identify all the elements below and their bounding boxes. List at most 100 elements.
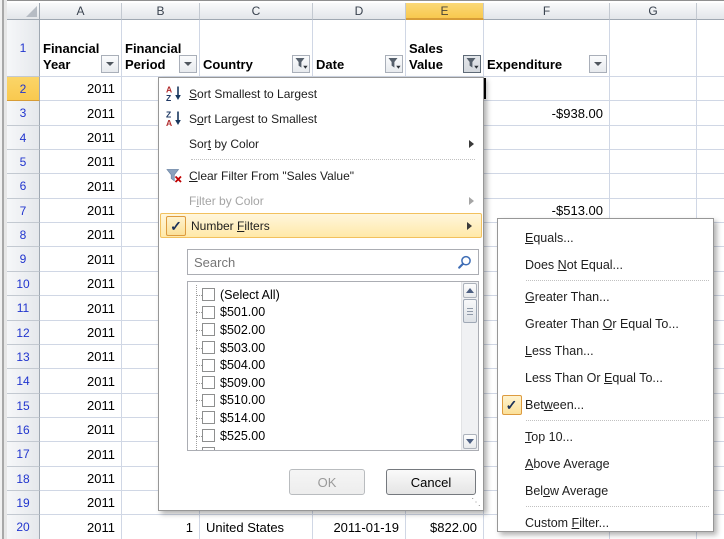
cell-G5[interactable] [610, 150, 697, 174]
row-header-14[interactable]: 14 [7, 369, 40, 394]
row-header-16[interactable]: 16 [7, 418, 40, 442]
row-header-12[interactable]: 12 [7, 321, 40, 345]
checkbox-unchecked-icon[interactable] [202, 306, 215, 319]
cell-A7[interactable]: 2011 [40, 199, 122, 223]
submenu-item-equals[interactable]: Equals... [498, 224, 713, 251]
cell-H2[interactable] [697, 77, 724, 101]
menu-item-sort-smallest-to-largest[interactable]: AZSort Smallest to Largest [159, 81, 483, 106]
cell-F4[interactable] [484, 126, 610, 150]
header-cell-C[interactable]: Country [200, 20, 313, 77]
dropdown-button-B[interactable] [179, 55, 197, 73]
cell-F2[interactable] [484, 77, 610, 101]
filter-value-504-00[interactable]: $504.00 [188, 356, 461, 374]
submenu-item-custom-filter[interactable]: Custom Filter... [498, 509, 713, 536]
cell-A13[interactable]: 2011 [40, 345, 122, 369]
row-header-13[interactable]: 13 [7, 345, 40, 369]
cell-A8[interactable]: 2011 [40, 223, 122, 247]
filter-value-525-00[interactable]: $525.00 [188, 427, 461, 445]
column-header-G[interactable]: G [610, 3, 697, 20]
scroll-down-button[interactable] [463, 434, 477, 449]
cell-G6[interactable] [610, 174, 697, 199]
header-cell-E[interactable]: Sales Value [406, 20, 484, 77]
header-cell-F[interactable]: Expenditure [484, 20, 610, 77]
checkbox-unchecked-icon[interactable] [202, 447, 215, 451]
filter-value-510-00[interactable]: $510.00 [188, 392, 461, 410]
filter-value-501-00[interactable]: $501.00 [188, 304, 461, 322]
row-header-3[interactable]: 3 [7, 101, 40, 126]
row-header-2[interactable]: 2 [7, 77, 40, 101]
column-header-F[interactable]: F [484, 3, 610, 20]
menu-item-clear-filter-from-sales-value[interactable]: Clear Filter From "Sales Value" [159, 163, 483, 188]
cancel-button[interactable]: Cancel [386, 469, 476, 495]
checkbox-unchecked-icon[interactable] [202, 341, 215, 354]
submenu-item-between[interactable]: ✓Between... [498, 391, 713, 418]
header-cell-G[interactable] [610, 20, 697, 77]
column-header-C[interactable]: C [200, 3, 313, 20]
cell-H4[interactable] [697, 126, 724, 150]
row-header-5[interactable]: 5 [7, 150, 40, 174]
row-header-18[interactable]: 18 [7, 467, 40, 491]
cell-E20[interactable]: $822.00 [406, 515, 484, 539]
cell-A17[interactable]: 2011 [40, 442, 122, 467]
row-header-4[interactable]: 4 [7, 126, 40, 150]
cell-A3[interactable]: 2011 [40, 101, 122, 126]
magnifier-icon[interactable] [457, 255, 472, 275]
filter-value-502-00[interactable]: $502.00 [188, 321, 461, 339]
scroll-thumb[interactable] [463, 299, 477, 323]
row-header-20[interactable]: 20 [7, 515, 40, 539]
column-header-A[interactable]: A [40, 3, 122, 20]
cell-A16[interactable]: 2011 [40, 418, 122, 442]
submenu-item-greater-than-or-equal-to[interactable]: Greater Than Or Equal To... [498, 310, 713, 337]
row-header-10[interactable]: 10 [7, 272, 40, 296]
cell-A11[interactable]: 2011 [40, 296, 122, 321]
cell-G3[interactable] [610, 101, 697, 126]
checkbox-unchecked-icon[interactable] [202, 394, 215, 407]
row-header-15[interactable]: 15 [7, 394, 40, 418]
filter-value-partial[interactable] [188, 444, 461, 451]
scroll-up-button[interactable] [463, 283, 477, 298]
submenu-item-less-than[interactable]: Less Than... [498, 337, 713, 364]
scrollbar[interactable] [461, 282, 478, 450]
header-cell-D[interactable]: Date [313, 20, 406, 77]
ok-button[interactable]: OK [289, 469, 365, 495]
submenu-item-top-10[interactable]: Top 10... [498, 423, 713, 450]
cell-G2[interactable] [610, 77, 697, 101]
header-cell-B[interactable]: Financial Period [122, 20, 200, 77]
header-cell-partial[interactable] [697, 20, 724, 77]
dropdown-button-A[interactable] [101, 55, 119, 73]
cell-A15[interactable]: 2011 [40, 394, 122, 418]
menu-item-sort-by-color[interactable]: Sort by Color [159, 131, 483, 156]
cell-H5[interactable] [697, 150, 724, 174]
row-header-11[interactable]: 11 [7, 296, 40, 321]
filter-button-C[interactable] [292, 55, 310, 73]
checkbox-unchecked-icon[interactable] [202, 376, 215, 389]
column-header-partial[interactable] [697, 3, 724, 20]
header-cell-A[interactable]: Financial Year [40, 20, 122, 77]
column-header-D[interactable]: D [313, 3, 406, 20]
row-header-6[interactable]: 6 [7, 174, 40, 199]
filter-value-509-00[interactable]: $509.00 [188, 374, 461, 392]
cell-A18[interactable]: 2011 [40, 467, 122, 491]
row-header-8[interactable]: 8 [7, 223, 40, 247]
cell-A4[interactable]: 2011 [40, 126, 122, 150]
cell-G4[interactable] [610, 126, 697, 150]
cell-F3[interactable]: -$938.00 [484, 101, 610, 126]
cell-A2[interactable]: 2011 [40, 77, 122, 101]
cell-A9[interactable]: 2011 [40, 247, 122, 272]
menu-item-sort-largest-to-smallest[interactable]: ZASort Largest to Smallest [159, 106, 483, 131]
cell-A6[interactable]: 2011 [40, 174, 122, 199]
filter-value-503-00[interactable]: $503.00 [188, 339, 461, 357]
select-all-corner[interactable] [7, 3, 40, 20]
checkbox-unchecked-icon[interactable] [202, 323, 215, 336]
cell-H3[interactable] [697, 101, 724, 126]
filter-value-514-00[interactable]: $514.00 [188, 409, 461, 427]
cell-A14[interactable]: 2011 [40, 369, 122, 394]
cell-A5[interactable]: 2011 [40, 150, 122, 174]
column-header-B[interactable]: B [122, 3, 200, 20]
dropdown-button-F[interactable] [589, 55, 607, 73]
submenu-item-greater-than[interactable]: Greater Than... [498, 283, 713, 310]
row-header-17[interactable]: 17 [7, 442, 40, 467]
filter-button-D[interactable] [385, 55, 403, 73]
submenu-item-below-average[interactable]: Below Average [498, 477, 713, 504]
submenu-item-above-average[interactable]: Above Average [498, 450, 713, 477]
